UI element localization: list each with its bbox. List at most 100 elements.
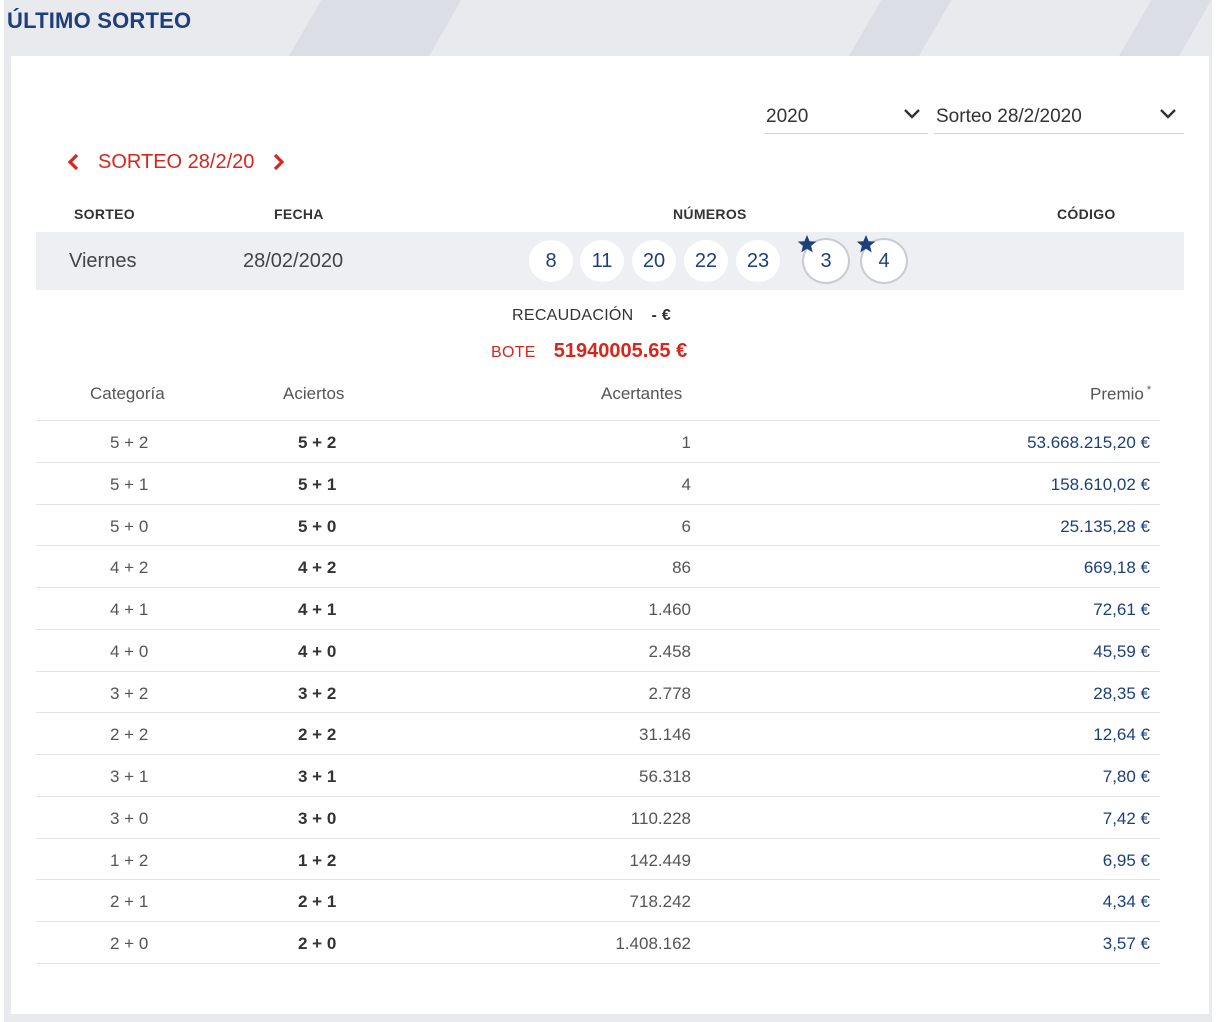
column-header-acertantes: Acertantes: [601, 384, 683, 403]
table-row: 2 + 0 2 + 0 1.408.162 3,57 €: [36, 922, 1160, 964]
cell-categoria: 2 + 0: [110, 934, 149, 953]
star-icon: [797, 235, 817, 253]
decorative-stripe: [286, 0, 462, 60]
premio-footnote-mark: *: [1146, 384, 1152, 396]
prize-table: 5 + 2 5 + 2 1 53.668.215,20 € 5 + 1 5 + 1 4 158…: [36, 421, 1160, 964]
cell-premio: 4,34 €: [1102, 892, 1150, 912]
cell-aciertos: 4 + 2: [298, 558, 337, 578]
cell-aciertos: 5 + 0: [298, 516, 337, 536]
cell-categoria: 2 + 1: [110, 892, 149, 912]
cell-acertantes: 86: [672, 558, 691, 578]
cell-acertantes: 2.458: [648, 641, 691, 661]
cell-aciertos: 2 + 1: [298, 892, 337, 912]
premio-label: Premio: [1090, 384, 1144, 404]
table-row: 1 + 2 1 + 2 142.449 6,95 €: [36, 839, 1160, 881]
decorative-stripe: [1116, 0, 1212, 60]
cell-acertantes: 6: [681, 516, 691, 536]
cell-categoria: 5 + 2: [110, 433, 149, 452]
header-codigo: CÓDIGO: [1057, 206, 1116, 222]
cell-acertantes: 56.318: [639, 767, 691, 786]
cell-categoria: 5 + 0: [110, 516, 149, 536]
cell-premio: 25.135,28 €: [1060, 516, 1150, 536]
cell-premio: 669,18 €: [1083, 558, 1150, 578]
chevron-left-icon[interactable]: [62, 150, 86, 174]
cell-aciertos: 2 + 0: [298, 934, 337, 953]
cell-aciertos: 3 + 1: [298, 767, 337, 786]
cell-premio: 45,59 €: [1093, 641, 1150, 661]
cell-premio: 6,95 €: [1102, 850, 1150, 870]
table-row: 2 + 2 2 + 2 31.146 12,64 €: [36, 713, 1160, 755]
recaudacion: RECAUDACIÓN - €: [512, 307, 671, 325]
chevron-down-icon: [904, 109, 920, 119]
cell-acertantes: 110.228: [630, 808, 691, 828]
cell-categoria: 1 + 2: [110, 850, 149, 870]
table-row: 4 + 0 4 + 0 2.458 45,59 €: [36, 630, 1160, 672]
draw-date: 28/02/2020: [243, 250, 344, 272]
cell-acertantes: 1.460: [648, 600, 691, 619]
year-select[interactable]: 2020: [764, 100, 928, 134]
column-header-premio: Premio *: [1090, 384, 1151, 405]
header-fecha: FECHA: [274, 206, 324, 222]
cell-acertantes: 718.242: [629, 892, 691, 912]
cell-aciertos: 3 + 2: [298, 683, 337, 703]
year-select-value: 2020: [766, 106, 809, 127]
cell-aciertos: 3 + 0: [298, 808, 337, 828]
draw-navigation: SORTEO 28/2/20: [62, 148, 290, 176]
cell-aciertos: 4 + 1: [298, 600, 337, 619]
cell-premio: 7,80 €: [1102, 767, 1150, 786]
recaudacion-label: RECAUDACIÓN: [512, 307, 634, 324]
header-sorteo: SORTEO: [74, 206, 135, 222]
cell-acertantes: 1: [681, 433, 691, 452]
cell-categoria: 5 + 1: [110, 474, 149, 494]
recaudacion-value: - €: [651, 307, 672, 324]
number-ball: 23: [736, 240, 780, 282]
table-row: 5 + 0 5 + 0 6 25.135,28 €: [36, 505, 1160, 547]
cell-aciertos: 5 + 2: [298, 433, 337, 452]
cell-categoria: 2 + 2: [110, 725, 149, 745]
bote-value: 51940005.65 €: [553, 340, 688, 362]
draw-select[interactable]: Sorteo 28/2/2020: [934, 100, 1184, 134]
cell-categoria: 3 + 1: [110, 767, 149, 786]
cell-categoria: 4 + 1: [110, 600, 149, 619]
bote-label: BOTE: [491, 344, 536, 361]
cell-acertantes: 1.408.162: [615, 934, 691, 953]
cell-acertantes: 2.778: [648, 683, 691, 703]
cell-aciertos: 5 + 1: [298, 474, 337, 494]
cell-acertantes: 4: [681, 474, 691, 494]
table-row: 3 + 1 3 + 1 56.318 7,80 €: [36, 755, 1160, 797]
number-ball: 8: [529, 240, 573, 282]
cell-categoria: 3 + 0: [110, 808, 149, 828]
header-numeros: NÚMEROS: [673, 206, 747, 222]
chevron-right-icon[interactable]: [266, 150, 290, 174]
decorative-stripe: [846, 0, 952, 60]
cell-categoria: 4 + 2: [110, 558, 149, 578]
table-row: 4 + 1 4 + 1 1.460 72,61 €: [36, 588, 1160, 630]
draw-title: SORTEO 28/2/20: [98, 150, 255, 173]
cell-aciertos: 2 + 2: [298, 725, 337, 745]
table-row: 4 + 2 4 + 2 86 669,18 €: [36, 546, 1160, 588]
star-icon: [856, 235, 876, 253]
table-row: 3 + 0 3 + 0 110.228 7,42 €: [36, 797, 1160, 839]
draw-day: Viernes: [69, 250, 137, 272]
cell-premio: 28,35 €: [1093, 683, 1150, 703]
column-header-aciertos: Aciertos: [283, 384, 345, 403]
cell-categoria: 3 + 2: [110, 683, 149, 703]
number-ball: 20: [632, 240, 676, 282]
chevron-down-icon: [1160, 109, 1176, 119]
table-row: 3 + 2 3 + 2 2.778 28,35 €: [36, 672, 1160, 714]
cell-premio: 3,57 €: [1102, 934, 1150, 953]
cell-aciertos: 1 + 2: [298, 850, 337, 870]
cell-premio: 7,42 €: [1102, 808, 1150, 828]
cell-categoria: 4 + 0: [110, 641, 149, 661]
cell-acertantes: 31.146: [639, 725, 691, 745]
number-ball: 22: [684, 240, 728, 282]
cell-aciertos: 4 + 0: [298, 641, 337, 661]
cell-premio: 158.610,02 €: [1050, 474, 1150, 494]
number-ball: 11: [580, 240, 624, 282]
cell-premio: 53.668.215,20 €: [1027, 433, 1150, 452]
table-row: 5 + 2 5 + 2 1 53.668.215,20 €: [36, 421, 1160, 463]
table-row: 2 + 1 2 + 1 718.242 4,34 €: [36, 880, 1160, 922]
draw-select-value: Sorteo 28/2/2020: [936, 106, 1082, 127]
cell-premio: 72,61 €: [1093, 600, 1150, 619]
cell-acertantes: 142.449: [629, 850, 691, 870]
